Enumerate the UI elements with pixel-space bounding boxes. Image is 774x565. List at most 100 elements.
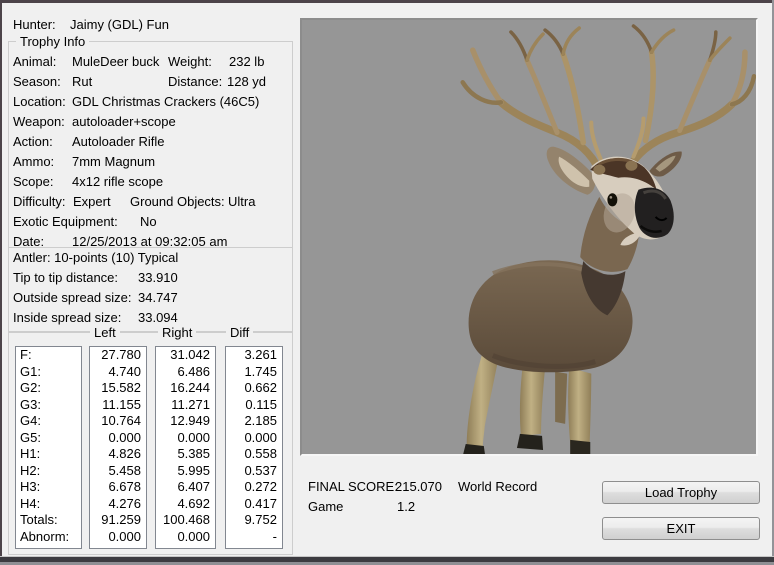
tip-to-tip-label: Tip to tip distance:	[13, 270, 118, 285]
left-value: 0.000	[90, 430, 146, 447]
left-value: 4.740	[90, 364, 146, 381]
right-value: 4.692	[156, 496, 215, 513]
deer-trophy-image	[302, 20, 756, 454]
right-value: 5.995	[156, 463, 215, 480]
left-value: 11.155	[90, 397, 146, 414]
tip-to-tip-value: 33.910	[138, 270, 178, 285]
window-border-left	[0, 0, 2, 565]
game-label: Game	[308, 499, 343, 514]
diff-value: 0.272	[226, 479, 282, 496]
action-value: Autoloader Rifle	[72, 134, 165, 149]
right-value: 0.000	[156, 430, 215, 447]
column-header-right: Right	[158, 325, 196, 340]
right-value: 11.271	[156, 397, 215, 414]
ammo-label: Ammo:	[13, 154, 54, 169]
row-label: G4:	[16, 413, 81, 430]
exotic-value: No	[140, 214, 157, 229]
right-value: 100.468	[156, 512, 215, 529]
animal-value: MuleDeer buck	[72, 54, 159, 69]
right-values-box: 31.042 6.486 16.244 11.271 12.949 0.000 …	[155, 346, 216, 549]
trophy-viewer-window: Hunter: Jaimy (GDL) Fun Trophy Info Anim…	[0, 0, 774, 565]
outside-spread-label: Outside spread size:	[13, 290, 132, 305]
final-score-value: 215.070	[395, 479, 442, 494]
world-record-badge: World Record	[458, 479, 537, 494]
left-value: 27.780	[90, 347, 146, 364]
difficulty-value: Expert	[73, 194, 111, 209]
distance-value: 128 yd	[227, 74, 266, 89]
measurement-row-labels-box: F: G1: G2: G3: G4: G5: H1: H2: H3: H4: T…	[15, 346, 82, 549]
window-border-top	[0, 0, 774, 3]
diff-values-box: 3.261 1.745 0.662 0.115 2.185 0.000 0.55…	[225, 346, 283, 549]
final-score-label: FINAL SCORE:	[308, 479, 398, 494]
weight-label: Weight:	[168, 54, 212, 69]
left-values-box: 27.780 4.740 15.582 11.155 10.764 0.000 …	[89, 346, 147, 549]
right-value: 12.949	[156, 413, 215, 430]
antler-summary: Antler: 10-points (10) Typical	[13, 250, 178, 265]
inside-spread-value: 33.094	[138, 310, 178, 325]
right-value: 0.000	[156, 529, 215, 546]
scope-label: Scope:	[13, 174, 53, 189]
exit-button[interactable]: EXIT	[602, 517, 760, 540]
weight-value: 232 lb	[229, 54, 264, 69]
ground-objects-value: Ultra	[228, 194, 255, 209]
right-value: 6.407	[156, 479, 215, 496]
action-label: Action:	[13, 134, 53, 149]
diff-value: 1.745	[226, 364, 282, 381]
left-value: 4.826	[90, 446, 146, 463]
row-label: H1:	[16, 446, 81, 463]
row-label: G3:	[16, 397, 81, 414]
right-value: 5.385	[156, 446, 215, 463]
distance-label: Distance:	[168, 74, 222, 89]
row-label: G5:	[16, 430, 81, 447]
left-value: 4.276	[90, 496, 146, 513]
season-label: Season:	[13, 74, 61, 89]
hunter-value: Jaimy (GDL) Fun	[70, 17, 169, 32]
exotic-label: Exotic Equipment:	[13, 214, 118, 229]
location-value: GDL Christmas Crackers (46C5)	[72, 94, 259, 109]
weapon-label: Weapon:	[13, 114, 65, 129]
diff-value: 0.115	[226, 397, 282, 414]
right-value: 6.486	[156, 364, 215, 381]
difficulty-label: Difficulty:	[13, 194, 66, 209]
diff-value: 0.417	[226, 496, 282, 513]
diff-value: 0.662	[226, 380, 282, 397]
season-value: Rut	[72, 74, 92, 89]
ground-objects-label: Ground Objects:	[130, 194, 225, 209]
game-version-value: 1.2	[397, 499, 415, 514]
column-header-left: Left	[90, 325, 120, 340]
row-label: H3:	[16, 479, 81, 496]
left-value: 10.764	[90, 413, 146, 430]
location-label: Location:	[13, 94, 66, 109]
row-label: F:	[16, 347, 81, 364]
row-label: G2:	[16, 380, 81, 397]
left-value: 5.458	[90, 463, 146, 480]
right-value: 31.042	[156, 347, 215, 364]
trophy-preview-viewport	[300, 18, 758, 456]
trophy-info-title: Trophy Info	[16, 34, 89, 49]
diff-value: 9.752	[226, 512, 282, 529]
hunter-label: Hunter:	[13, 17, 56, 32]
left-value: 0.000	[90, 529, 146, 546]
load-trophy-button[interactable]: Load Trophy	[602, 481, 760, 504]
outside-spread-value: 34.747	[138, 290, 178, 305]
row-label: Totals:	[16, 512, 81, 529]
date-value: 12/25/2013 at 09:32:05 am	[72, 234, 227, 249]
row-label: H2:	[16, 463, 81, 480]
ammo-value: 7mm Magnum	[72, 154, 155, 169]
diff-value: 2.185	[226, 413, 282, 430]
weapon-value: autoloader+scope	[72, 114, 176, 129]
scope-value: 4x12 rifle scope	[72, 174, 163, 189]
inside-spread-label: Inside spread size:	[13, 310, 121, 325]
left-value: 6.678	[90, 479, 146, 496]
left-value: 15.582	[90, 380, 146, 397]
diff-value: -	[226, 529, 282, 546]
diff-value: 0.558	[226, 446, 282, 463]
row-label: Abnorm:	[16, 529, 81, 546]
left-value: 91.259	[90, 512, 146, 529]
animal-label: Animal:	[13, 54, 56, 69]
diff-value: 3.261	[226, 347, 282, 364]
row-label: H4:	[16, 496, 81, 513]
diff-value: 0.000	[226, 430, 282, 447]
diff-value: 0.537	[226, 463, 282, 480]
right-value: 16.244	[156, 380, 215, 397]
